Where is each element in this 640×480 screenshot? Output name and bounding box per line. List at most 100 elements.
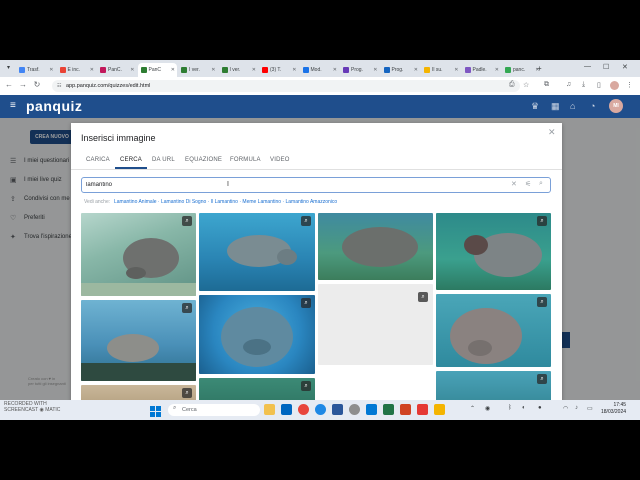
suggestion-links[interactable]: Lamantino Animale · Lamantino Di Sogno ·…	[114, 199, 337, 205]
site-info-icon[interactable]: ☷	[57, 83, 61, 89]
zoom-icon[interactable]: ⌕	[301, 381, 311, 391]
tab-close-icon[interactable]: ✕	[373, 67, 379, 73]
chrome-menu-icon[interactable]: ⋮	[626, 81, 633, 89]
profile-avatar[interactable]	[610, 81, 619, 90]
tab-cerca[interactable]: CERCA	[120, 157, 142, 163]
browser-tab[interactable]: PanC ✕	[137, 63, 177, 77]
school-icon[interactable]: ⌂	[570, 101, 575, 111]
tab-close-icon[interactable]: ✕	[454, 67, 460, 73]
browser-tab[interactable]: E inc. ✕	[57, 63, 97, 77]
tab-close-icon[interactable]: ✕	[49, 67, 55, 73]
tab-close-icon[interactable]: ✕	[495, 67, 501, 73]
store-icon[interactable]	[281, 404, 292, 415]
install-app-icon[interactable]: ⎙	[509, 81, 515, 89]
tab-close-icon[interactable]: ✕	[211, 67, 217, 73]
zoom-icon[interactable]: ⌕	[537, 374, 547, 384]
windows-start-icon[interactable]	[150, 404, 161, 417]
filter-icon[interactable]: ⚟	[525, 180, 531, 188]
app-icon[interactable]	[434, 404, 445, 415]
browser-tab[interactable]: Il su. ✕	[421, 63, 461, 77]
hamburger-menu-icon[interactable]: ≡	[10, 100, 16, 111]
powerpoint-icon[interactable]	[400, 404, 411, 415]
media-icon[interactable]: ♫	[566, 81, 571, 88]
excel-icon[interactable]	[383, 404, 394, 415]
tab-equazione[interactable]: EQUAZIONE	[185, 157, 222, 163]
grid-icon[interactable]: ▦	[551, 101, 560, 112]
browser-tab[interactable]: Trasf. ✕	[16, 63, 56, 77]
tab-close-icon[interactable]: ✕	[252, 67, 258, 73]
manatee-image-result[interactable]: ⌕	[81, 213, 196, 296]
app-icon[interactable]	[332, 404, 343, 415]
browser-tab[interactable]: PanC. ✕	[97, 63, 137, 77]
zoom-icon[interactable]: ⌕	[537, 297, 547, 307]
zoom-icon[interactable]: ⌕	[301, 216, 311, 226]
bluetooth-icon[interactable]: ᛒ	[508, 405, 512, 411]
manatee-image-result[interactable]: ⌕	[199, 213, 315, 291]
bookmark-star-icon[interactable]: ☆	[523, 81, 529, 89]
tray-chevron-icon[interactable]: ⌃	[470, 405, 475, 412]
url-field[interactable]: app.panquiz.com/quizzes/edit.html	[52, 80, 520, 92]
tray-icon[interactable]: ◐	[522, 405, 526, 411]
download-icon[interactable]: ⤓	[582, 81, 585, 89]
side-panel-icon[interactable]: ▯	[597, 81, 601, 89]
browser-tab[interactable]: panc. ✕	[502, 63, 542, 77]
chrome-icon[interactable]	[298, 404, 309, 415]
manatee-image-result[interactable]	[318, 213, 433, 280]
browser-tab[interactable]: I ver. ✕	[178, 63, 218, 77]
tab-close-icon[interactable]: ✕	[171, 67, 177, 73]
notifications-bell-icon[interactable]: ◔	[590, 101, 595, 111]
back-icon[interactable]: ←	[4, 80, 14, 89]
file-explorer-icon[interactable]	[264, 404, 275, 415]
manatee-image-result[interactable]: ⌕	[436, 213, 551, 290]
minimize-icon[interactable]: —	[584, 63, 591, 70]
wifi-icon[interactable]: ◠	[563, 405, 568, 412]
close-icon[interactable]: ✕	[548, 127, 556, 138]
app-icon[interactable]	[349, 404, 360, 415]
app-icon[interactable]	[366, 404, 377, 415]
crown-icon[interactable]: ♛	[531, 101, 539, 112]
browser-tab[interactable]: (3) T. ✕	[259, 63, 299, 77]
extensions-icon[interactable]: ⧉	[544, 81, 549, 89]
browser-tab[interactable]: Prog. ✕	[340, 63, 380, 77]
manatee-image-result[interactable]: ⌕	[81, 300, 196, 381]
tab-close-icon[interactable]: ✕	[292, 67, 298, 73]
tab-search-icon[interactable]: ▾	[4, 64, 13, 73]
tab-formula[interactable]: FORMULA	[230, 157, 261, 163]
tab-close-icon[interactable]: ✕	[414, 67, 420, 73]
edge-icon[interactable]	[315, 404, 326, 415]
clear-search-icon[interactable]: ✕	[511, 180, 517, 188]
tab-da-url[interactable]: DA URL	[152, 157, 175, 163]
image-result-loading[interactable]: ⌕	[318, 284, 433, 365]
tab-video[interactable]: VIDEO	[270, 157, 290, 163]
tab-carica[interactable]: CARICA	[86, 157, 110, 163]
browser-tab[interactable]: Mod. ✕	[300, 63, 340, 77]
search-icon[interactable]: ⌕	[539, 180, 543, 188]
app-icon[interactable]	[417, 404, 428, 415]
maximize-icon[interactable]: ☐	[603, 63, 609, 71]
tab-close-icon[interactable]: ✕	[333, 67, 339, 73]
zoom-icon[interactable]: ⌕	[182, 303, 192, 313]
browser-tab[interactable]: Padle. ✕	[462, 63, 502, 77]
browser-tab[interactable]: Prog. ✕	[381, 63, 421, 77]
new-tab-button[interactable]: +	[537, 64, 542, 73]
battery-icon[interactable]: ▭	[587, 405, 593, 412]
zoom-icon[interactable]: ⌕	[537, 216, 547, 226]
zoom-icon[interactable]: ⌕	[182, 216, 192, 226]
zoom-icon[interactable]: ⌕	[182, 388, 192, 398]
user-avatar[interactable]: MI	[609, 99, 623, 113]
zoom-icon[interactable]: ⌕	[418, 292, 428, 302]
reload-icon[interactable]: ↻	[32, 80, 42, 89]
panquiz-logo[interactable]: panquiz	[26, 98, 82, 114]
browser-tab[interactable]: I ver. ✕	[219, 63, 259, 77]
taskbar-clock[interactable]: 17:45 18/03/2024	[601, 402, 626, 416]
manatee-image-result[interactable]: ⌕	[436, 294, 551, 367]
tray-icon[interactable]: ◉	[485, 405, 490, 412]
forward-icon[interactable]: →	[18, 80, 28, 89]
tab-close-icon[interactable]: ✕	[90, 67, 96, 73]
image-search-input[interactable]	[81, 177, 551, 193]
taskbar-search-box[interactable]: Cerca	[168, 404, 260, 416]
zoom-icon[interactable]: ⌕	[301, 298, 311, 308]
manatee-image-result[interactable]: ⌕	[199, 295, 315, 374]
tab-close-icon[interactable]: ✕	[130, 67, 136, 73]
tray-icon[interactable]: ●	[538, 405, 542, 411]
